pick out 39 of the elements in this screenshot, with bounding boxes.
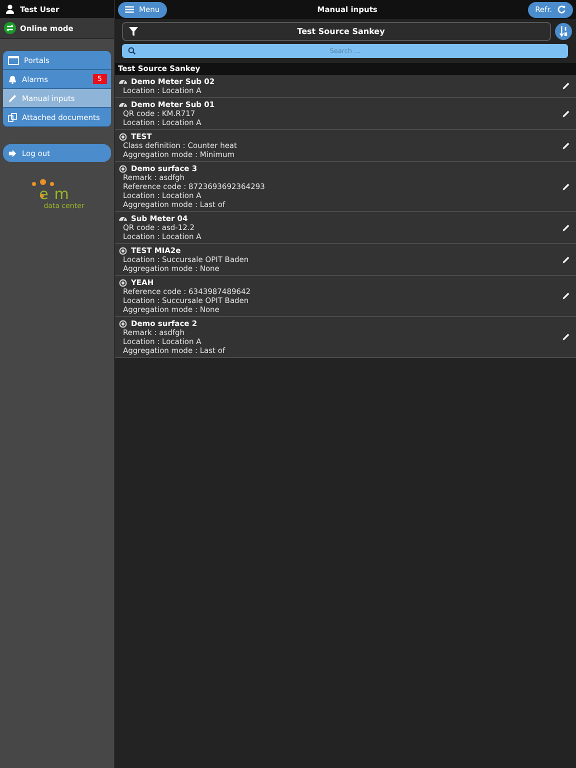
bell-icon xyxy=(8,74,17,84)
edit-button[interactable] xyxy=(562,292,570,300)
edit-button[interactable] xyxy=(562,256,570,264)
logo-letter: m xyxy=(54,186,69,202)
pencil-icon xyxy=(562,82,570,90)
pencil-icon xyxy=(562,333,570,341)
search-icon xyxy=(128,47,136,55)
pencil-icon xyxy=(562,182,570,190)
edit-button[interactable] xyxy=(562,333,570,341)
pencil-icon xyxy=(562,110,570,118)
user-icon xyxy=(5,4,15,14)
target-icon xyxy=(119,278,127,286)
target-icon xyxy=(119,164,127,172)
refresh-icon xyxy=(556,5,566,14)
pencil-icon xyxy=(8,94,17,102)
sync-icon xyxy=(4,22,16,34)
filter-icon xyxy=(129,27,138,36)
menu-icon xyxy=(125,6,134,13)
edit-button[interactable] xyxy=(562,110,570,118)
target-icon xyxy=(119,132,127,140)
edit-button[interactable] xyxy=(562,82,570,90)
window-icon xyxy=(8,56,19,64)
logout-icon xyxy=(8,148,17,158)
gauge-icon xyxy=(119,101,127,108)
documents-icon xyxy=(8,112,17,122)
filter-dropdown[interactable]: Test Source Sankey xyxy=(122,22,551,41)
gauge-icon xyxy=(119,215,127,222)
gauge-icon xyxy=(119,78,127,85)
target-icon xyxy=(119,246,127,254)
pencil-icon xyxy=(562,224,570,232)
sort-icon xyxy=(559,26,568,37)
edit-button[interactable] xyxy=(562,224,570,232)
target-icon xyxy=(119,320,127,328)
edit-button[interactable] xyxy=(562,182,570,190)
sort-button[interactable] xyxy=(555,23,572,40)
pencil-icon xyxy=(562,142,570,150)
pencil-icon xyxy=(562,256,570,264)
pencil-icon xyxy=(562,292,570,300)
edit-button[interactable] xyxy=(562,142,570,150)
